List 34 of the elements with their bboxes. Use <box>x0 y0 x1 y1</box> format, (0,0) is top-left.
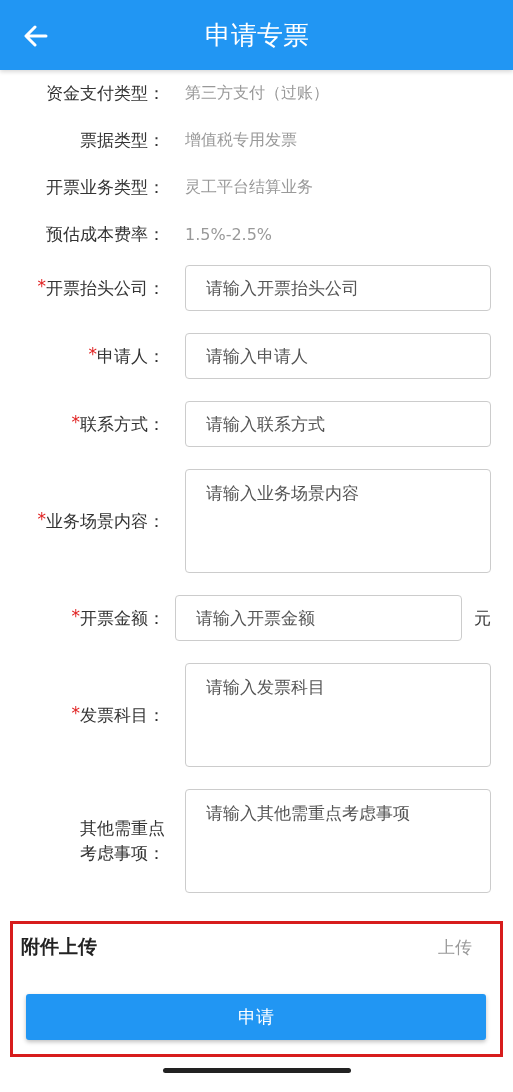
required-mark: * <box>71 702 80 725</box>
required-mark: * <box>88 343 97 366</box>
field-label: 发票科目： <box>80 703 165 727</box>
text-area[interactable]: 请输入其他需重点考虑事项 <box>185 789 491 893</box>
field-label: 开票业务类型： <box>46 177 165 197</box>
input-field[interactable]: 请输入开票抬头公司 <box>185 265 491 311</box>
field-label: 开票金额： <box>80 606 165 630</box>
input-field[interactable]: 请输入开票金额 <box>175 595 462 641</box>
field-label: 开票抬头公司： <box>46 276 165 300</box>
unit-label: 元 <box>474 606 491 630</box>
section-title: 附件上传 <box>21 934 97 959</box>
text-area[interactable]: 请输入业务场景内容 <box>185 469 491 573</box>
field-label: 预估成本费率： <box>46 224 165 244</box>
field-label: 考虑事项： <box>80 842 165 865</box>
field-value: 第三方支付（过账） <box>185 83 329 104</box>
input-field[interactable]: 请输入联系方式 <box>185 401 491 447</box>
input-field[interactable]: 请输入申请人 <box>185 333 491 379</box>
required-mark: * <box>71 411 80 432</box>
page-title: 申请专票 <box>204 18 309 52</box>
field-label: 业务场景内容： <box>46 509 165 533</box>
text-area[interactable]: 请输入发票科目 <box>185 663 491 767</box>
field-label: 票据类型： <box>80 130 165 150</box>
required-mark: * <box>37 508 46 531</box>
required-mark: * <box>37 275 46 298</box>
upload-link[interactable]: 上传 <box>438 935 472 959</box>
field-label: 联系方式： <box>80 412 165 436</box>
field-value: 增值税专用发票 <box>185 130 297 151</box>
field-label: 其他需重点 <box>80 817 165 841</box>
field-value: 灵工平台结算业务 <box>185 177 313 198</box>
field-label: 申请人： <box>97 344 165 368</box>
required-mark: * <box>71 605 80 628</box>
submit-button[interactable]: 申请 <box>26 994 486 1040</box>
field-value: 1.5%-2.5% <box>185 225 273 244</box>
field-label: 资金支付类型： <box>46 83 165 103</box>
